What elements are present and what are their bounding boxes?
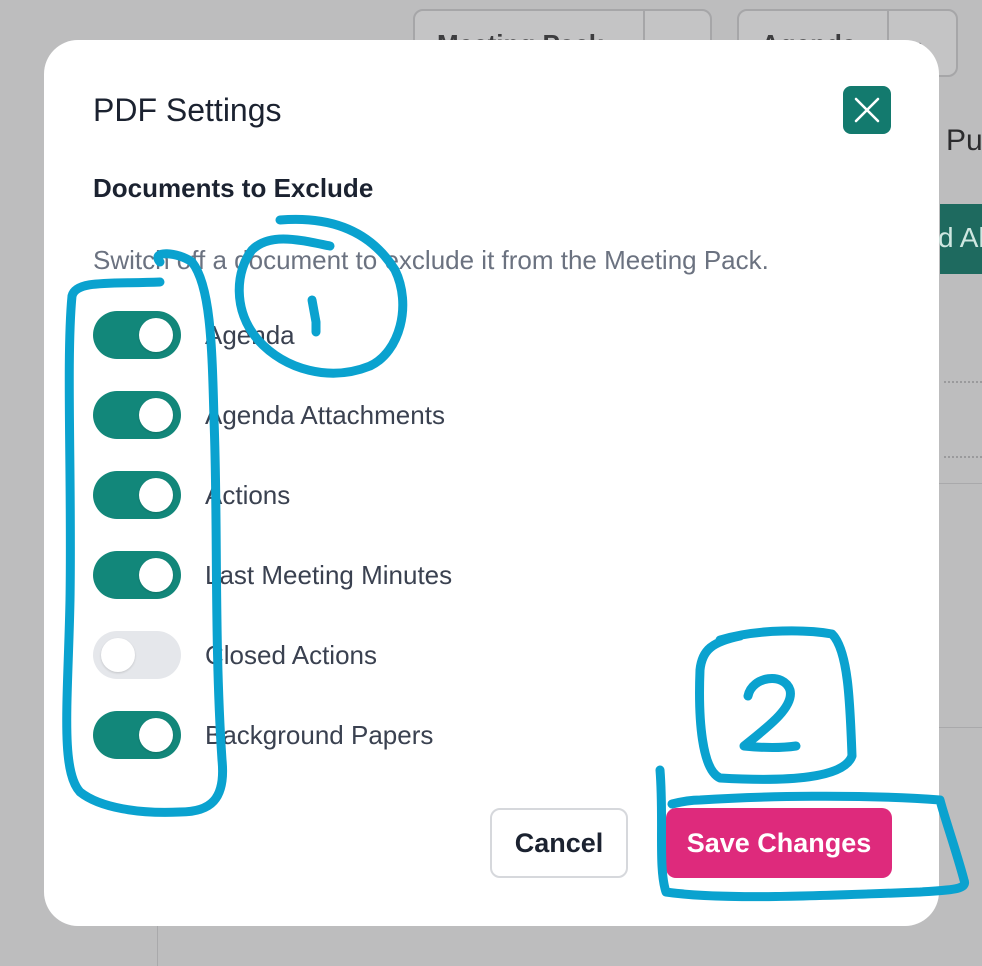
toggle-knob bbox=[101, 638, 135, 672]
hint-text: Switch off a document to exclude it from… bbox=[93, 245, 769, 275]
divider bbox=[157, 926, 158, 966]
background-green-button-text: d Al bbox=[938, 222, 982, 253]
section-title: Documents to Exclude bbox=[93, 173, 374, 203]
toggle-label: Agenda bbox=[205, 320, 295, 350]
toggle-label: Last Meeting Minutes bbox=[205, 560, 453, 590]
cancel-button[interactable]: Cancel bbox=[490, 808, 628, 878]
toggle-knob bbox=[139, 398, 173, 432]
divider bbox=[938, 727, 982, 728]
toggle-row-agenda-attachments: Agenda Attachments bbox=[93, 391, 653, 439]
toggle-knob bbox=[139, 718, 173, 752]
toggle-row-background-papers: Background Papers bbox=[93, 711, 653, 759]
toggle-switch-actions[interactable] bbox=[93, 471, 181, 519]
toggle-row-agenda: Agenda bbox=[93, 311, 653, 359]
toggle-switch-agenda-attachments[interactable] bbox=[93, 391, 181, 439]
toggle-row-closed-actions: Closed Actions bbox=[93, 631, 653, 679]
background-green-button: d Al bbox=[938, 204, 982, 274]
toggle-label: Closed Actions bbox=[205, 640, 377, 670]
toggle-row-actions: Actions bbox=[93, 471, 653, 519]
toggle-switch-last-meeting-minutes[interactable] bbox=[93, 551, 181, 599]
toggle-label: Agenda Attachments bbox=[205, 400, 445, 430]
save-changes-button[interactable]: Save Changes bbox=[666, 808, 892, 878]
toggle-row-last-meeting-minutes: Last Meeting Minutes bbox=[93, 551, 653, 599]
toggle-knob bbox=[139, 318, 173, 352]
divider bbox=[938, 483, 982, 484]
divider bbox=[944, 456, 982, 458]
toggle-switch-closed-actions[interactable] bbox=[93, 631, 181, 679]
close-x-icon bbox=[854, 97, 880, 123]
modal-title: PDF Settings bbox=[93, 92, 282, 128]
pdf-settings-modal: PDF Settings Documents to Exclude Switch… bbox=[44, 40, 939, 926]
close-button[interactable] bbox=[843, 86, 891, 134]
toggle-switch-background-papers[interactable] bbox=[93, 711, 181, 759]
toggle-knob bbox=[139, 478, 173, 512]
background-partial-text: Pu bbox=[946, 124, 982, 157]
toggle-label: Actions bbox=[205, 480, 291, 510]
toggle-switch-agenda[interactable] bbox=[93, 311, 181, 359]
divider bbox=[944, 381, 982, 383]
toggle-knob bbox=[139, 558, 173, 592]
toggle-label: Background Papers bbox=[205, 720, 434, 750]
